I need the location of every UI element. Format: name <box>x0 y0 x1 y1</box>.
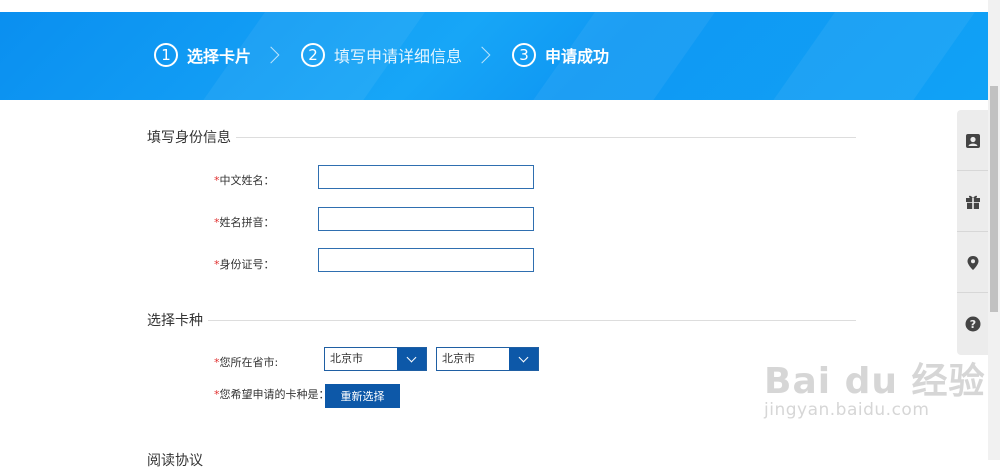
id-number-input[interactable] <box>318 248 534 272</box>
watermark-brand: Bai du 经验 <box>764 361 986 402</box>
reselect-button[interactable]: 重新选择 <box>325 384 400 408</box>
sidebar-item-gift[interactable] <box>957 171 988 232</box>
banner-decoration <box>750 12 988 100</box>
step-2: 2 填写申请详细信息 <box>301 43 462 67</box>
contact-card-icon <box>965 133 980 148</box>
floating-sidebar: ? <box>957 110 988 355</box>
step-number: 1 <box>154 43 178 67</box>
sidebar-item-contact[interactable] <box>957 110 988 171</box>
baidu-jingyan-watermark: Bai du 经验 jingyan.baidu.com <box>764 352 986 420</box>
chevron-down-icon <box>518 352 529 362</box>
location-pin-icon <box>967 255 978 270</box>
chevron-right-icon <box>262 46 280 64</box>
field-label-chinese-name: *中文姓名： <box>214 172 275 188</box>
chevron-down-icon <box>406 352 417 362</box>
dropdown-button[interactable] <box>397 348 426 370</box>
step-label: 填写申请详细信息 <box>334 47 463 66</box>
city-value: 北京市 <box>442 352 475 365</box>
field-label-location: *您所在省市: <box>214 354 278 370</box>
step-indicator: 1 选择卡片 2 填写申请详细信息 3 申请成功 <box>154 40 609 70</box>
page-scrollbar[interactable] <box>988 0 1000 460</box>
label-text: 中文姓名： <box>219 174 275 187</box>
progress-banner: 1 选择卡片 2 填写申请详细信息 3 申请成功 <box>0 12 988 100</box>
chinese-name-input[interactable] <box>318 165 534 189</box>
city-select[interactable]: 北京市 <box>436 347 539 371</box>
step-3: 3 申请成功 <box>512 43 609 67</box>
field-label-card-choice: *您希望申请的卡种是： <box>214 386 330 402</box>
chevron-right-icon <box>473 46 491 64</box>
label-text: 身份证号： <box>219 258 275 271</box>
step-number: 3 <box>512 43 537 67</box>
scrollbar-thumb[interactable] <box>990 86 998 312</box>
field-label-id-number: *身份证号： <box>214 256 275 272</box>
label-text: 您所在省市: <box>219 356 279 369</box>
step-number: 2 <box>301 43 326 67</box>
province-value: 北京市 <box>330 352 363 365</box>
section-divider <box>236 137 856 138</box>
section-title-card-type: 选择卡种 <box>147 313 203 329</box>
section-title-agreement: 阅读协议 <box>147 453 203 469</box>
dropdown-button[interactable] <box>509 348 538 370</box>
label-text: 您希望申请的卡种是： <box>219 388 330 401</box>
name-pinyin-input[interactable] <box>318 207 534 231</box>
step-1: 1 选择卡片 <box>154 43 251 67</box>
svg-text:?: ? <box>969 318 975 331</box>
label-text: 姓名拼音： <box>219 216 275 229</box>
section-divider <box>208 320 856 321</box>
top-strip <box>0 0 1000 12</box>
sidebar-item-location[interactable] <box>957 232 988 293</box>
sidebar-item-help[interactable]: ? <box>957 293 988 354</box>
province-select[interactable]: 北京市 <box>324 347 427 371</box>
gift-icon <box>965 195 980 209</box>
section-title-identity: 填写身份信息 <box>147 130 231 146</box>
field-label-name-pinyin: *姓名拼音： <box>214 214 275 230</box>
help-icon: ? <box>965 316 980 331</box>
step-label: 申请成功 <box>545 47 610 66</box>
step-label: 选择卡片 <box>187 47 252 66</box>
